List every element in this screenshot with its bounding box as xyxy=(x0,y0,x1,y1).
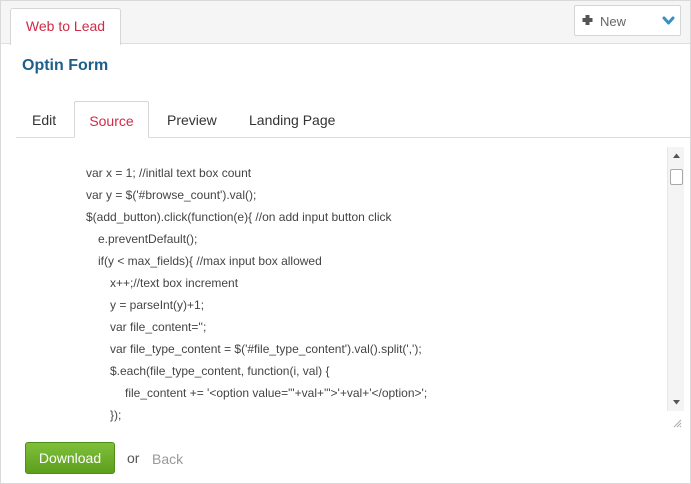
code-line: $.each(file_type_content, function(i, va… xyxy=(110,364,330,378)
tab-edit[interactable]: Edit xyxy=(32,101,56,138)
back-link[interactable]: Back xyxy=(152,451,183,467)
new-button[interactable]: New xyxy=(574,5,681,36)
tab-source[interactable]: Source xyxy=(74,101,149,138)
code-line: var file_content=''; xyxy=(110,320,207,334)
code-line: x++;//text box increment xyxy=(110,276,239,290)
tab-web-to-lead[interactable]: Web to Lead xyxy=(10,8,121,45)
editor-scrollbar[interactable] xyxy=(667,147,684,411)
code-line: y = parseInt(y)+1; xyxy=(110,298,205,312)
code-line: var file_type_content = $('#file_type_co… xyxy=(110,342,422,356)
or-separator: or xyxy=(127,450,140,466)
resize-grip-icon[interactable] xyxy=(672,418,682,428)
scroll-up-arrow-icon[interactable] xyxy=(668,149,685,163)
code-line: $(add_button).click(function(e){ //on ad… xyxy=(86,210,392,224)
scrollbar-thumb[interactable] xyxy=(670,169,683,185)
code-line: var x = 1; //initlal text box count xyxy=(86,166,252,180)
code-line: e.preventDefault(); xyxy=(98,232,198,246)
plus-icon xyxy=(582,15,593,25)
chevron-down-icon[interactable] xyxy=(662,15,675,27)
new-button-label: New xyxy=(600,14,627,29)
tab-landing-page[interactable]: Landing Page xyxy=(249,101,335,138)
code-line: }); xyxy=(110,408,122,422)
page-title: Optin Form xyxy=(22,57,109,74)
source-editor[interactable]: var x = 1; //initlal text box count var y… xyxy=(16,146,685,434)
code-line: file_content += '<option value="'+val+'"… xyxy=(125,386,428,400)
code-line: if(y < max_fields){ //max input box allo… xyxy=(98,254,322,268)
code-line: var y = $('#browse_count').val(); xyxy=(86,188,257,202)
tab-preview[interactable]: Preview xyxy=(167,101,217,138)
scroll-down-arrow-icon[interactable] xyxy=(668,395,685,409)
download-button[interactable]: Download xyxy=(25,442,115,474)
